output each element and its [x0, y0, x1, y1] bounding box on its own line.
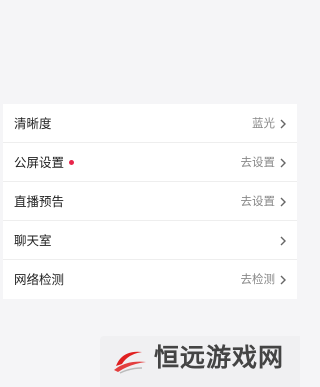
setting-row-resolution[interactable]: 清晰度 蓝光 — [3, 104, 297, 143]
chevron-right-icon — [280, 197, 286, 207]
setting-label-public-screen: 公屏设置 — [14, 155, 65, 170]
chevron-right-icon — [280, 236, 286, 246]
setting-row-chat-room[interactable]: 聊天室 — [3, 221, 297, 260]
setting-value-public-screen: 去设置 — [240, 155, 276, 169]
setting-label-chat-room: 聊天室 — [14, 233, 52, 248]
chevron-right-icon — [280, 119, 286, 129]
chevron-right-icon — [280, 158, 286, 168]
logo-swoosh-icon — [114, 351, 146, 374]
setting-value-resolution: 蓝光 — [252, 116, 275, 130]
setting-value-live-preview: 去设置 — [240, 194, 276, 208]
setting-row-live-preview[interactable]: 直播预告 去设置 — [3, 182, 297, 221]
chevron-right-icon — [280, 275, 286, 285]
notification-dot — [69, 160, 74, 165]
setting-label-resolution: 清晰度 — [14, 116, 52, 131]
watermark-text: 恒远游戏网 — [154, 343, 285, 372]
setting-row-network-check[interactable]: 网络检测 去检测 — [3, 260, 297, 299]
setting-label-live-preview: 直播预告 — [14, 194, 65, 209]
setting-label-network-check: 网络检测 — [14, 272, 65, 287]
settings-panel: 清晰度 蓝光 公屏设置 去设置 直播预告 去设置 聊天室 网络检测 去检测 — [3, 104, 297, 299]
setting-row-public-screen[interactable]: 公屏设置 去设置 — [3, 143, 297, 182]
setting-value-network-check: 去检测 — [240, 272, 276, 286]
